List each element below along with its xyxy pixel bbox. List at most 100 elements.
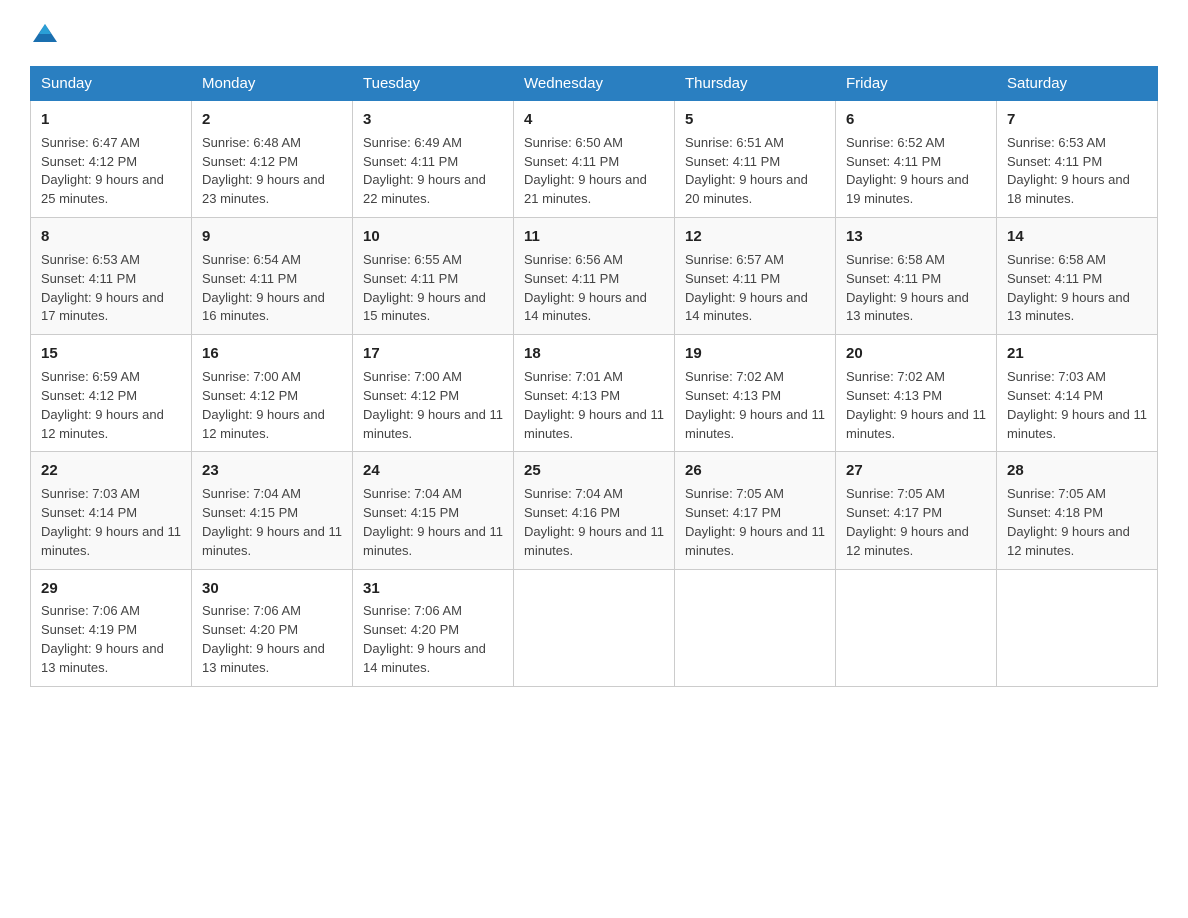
calendar-header: SundayMondayTuesdayWednesdayThursdayFrid…: [31, 67, 1158, 101]
calendar-cell: 29Sunrise: 7:06 AMSunset: 4:19 PMDayligh…: [31, 569, 192, 686]
day-info: Sunrise: 6:55 AMSunset: 4:11 PMDaylight:…: [363, 252, 486, 324]
day-number: 20: [846, 343, 986, 365]
day-info: Sunrise: 6:59 AMSunset: 4:12 PMDaylight:…: [41, 369, 164, 441]
day-number: 14: [1007, 226, 1147, 248]
calendar-cell: 2 Sunrise: 6:48 AMSunset: 4:12 PMDaylight…: [192, 101, 353, 218]
day-info: Sunrise: 6:57 AMSunset: 4:11 PMDaylight:…: [685, 252, 808, 324]
day-number: 26: [685, 460, 825, 482]
day-info: Sunrise: 6:48 AMSunset: 4:12 PMDaylight:…: [202, 135, 325, 207]
day-info: Sunrise: 7:05 AMSunset: 4:18 PMDaylight:…: [1007, 486, 1130, 558]
calendar-cell: 18 Sunrise: 7:01 AMSunset: 4:13 PMDayligh…: [514, 335, 675, 452]
calendar-week-row: 1 Sunrise: 6:47 AMSunset: 4:12 PMDaylight…: [31, 101, 1158, 218]
day-number: 7: [1007, 109, 1147, 131]
day-info: Sunrise: 7:05 AMSunset: 4:17 PMDaylight:…: [846, 486, 969, 558]
day-info: Sunrise: 7:03 AMSunset: 4:14 PMDaylight:…: [1007, 369, 1147, 441]
weekday-header-wednesday: Wednesday: [514, 67, 675, 101]
day-info: Sunrise: 7:02 AMSunset: 4:13 PMDaylight:…: [846, 369, 986, 441]
calendar-cell: 21Sunrise: 7:03 AMSunset: 4:14 PMDayligh…: [997, 335, 1158, 452]
day-number: 10: [363, 226, 503, 248]
day-info: Sunrise: 7:02 AMSunset: 4:13 PMDaylight:…: [685, 369, 825, 441]
calendar-cell: 17Sunrise: 7:00 AMSunset: 4:12 PMDayligh…: [353, 335, 514, 452]
weekday-header-row: SundayMondayTuesdayWednesdayThursdayFrid…: [31, 67, 1158, 101]
day-number: 2: [202, 109, 342, 131]
calendar-cell: 23 Sunrise: 7:04 AMSunset: 4:15 PMDayligh…: [192, 452, 353, 569]
calendar-cell: [514, 569, 675, 686]
calendar-cell: 22Sunrise: 7:03 AMSunset: 4:14 PMDayligh…: [31, 452, 192, 569]
weekday-header-sunday: Sunday: [31, 67, 192, 101]
calendar-week-row: 22Sunrise: 7:03 AMSunset: 4:14 PMDayligh…: [31, 452, 1158, 569]
weekday-header-friday: Friday: [836, 67, 997, 101]
calendar-cell: 30 Sunrise: 7:06 AMSunset: 4:20 PMDayligh…: [192, 569, 353, 686]
day-number: 22: [41, 460, 181, 482]
day-info: Sunrise: 6:53 AMSunset: 4:11 PMDaylight:…: [41, 252, 164, 324]
calendar-cell: 8 Sunrise: 6:53 AMSunset: 4:11 PMDaylight…: [31, 218, 192, 335]
calendar-table: SundayMondayTuesdayWednesdayThursdayFrid…: [30, 66, 1158, 687]
day-number: 5: [685, 109, 825, 131]
calendar-cell: 10 Sunrise: 6:55 AMSunset: 4:11 PMDayligh…: [353, 218, 514, 335]
day-number: 8: [41, 226, 181, 248]
calendar-cell: 5 Sunrise: 6:51 AMSunset: 4:11 PMDaylight…: [675, 101, 836, 218]
calendar-cell: 19 Sunrise: 7:02 AMSunset: 4:13 PMDayligh…: [675, 335, 836, 452]
day-number: 24: [363, 460, 503, 482]
weekday-header-saturday: Saturday: [997, 67, 1158, 101]
calendar-cell: 27 Sunrise: 7:05 AMSunset: 4:17 PMDayligh…: [836, 452, 997, 569]
logo: [30, 20, 60, 48]
calendar-cell: 11Sunrise: 6:56 AMSunset: 4:11 PMDayligh…: [514, 218, 675, 335]
calendar-cell: 4 Sunrise: 6:50 AMSunset: 4:11 PMDaylight…: [514, 101, 675, 218]
calendar-cell: 6 Sunrise: 6:52 AMSunset: 4:11 PMDaylight…: [836, 101, 997, 218]
day-info: Sunrise: 7:06 AMSunset: 4:20 PMDaylight:…: [363, 603, 486, 675]
day-info: Sunrise: 7:06 AMSunset: 4:20 PMDaylight:…: [202, 603, 325, 675]
day-info: Sunrise: 7:01 AMSunset: 4:13 PMDaylight:…: [524, 369, 664, 441]
day-number: 18: [524, 343, 664, 365]
calendar-cell: 24 Sunrise: 7:04 AMSunset: 4:15 PMDayligh…: [353, 452, 514, 569]
weekday-header-monday: Monday: [192, 67, 353, 101]
calendar-cell: [675, 569, 836, 686]
day-number: 17: [363, 343, 503, 365]
day-info: Sunrise: 6:49 AMSunset: 4:11 PMDaylight:…: [363, 135, 486, 207]
weekday-header-tuesday: Tuesday: [353, 67, 514, 101]
day-number: 1: [41, 109, 181, 131]
day-number: 15: [41, 343, 181, 365]
day-number: 19: [685, 343, 825, 365]
calendar-cell: [836, 569, 997, 686]
day-info: Sunrise: 6:58 AMSunset: 4:11 PMDaylight:…: [1007, 252, 1130, 324]
day-number: 6: [846, 109, 986, 131]
day-info: Sunrise: 6:53 AMSunset: 4:11 PMDaylight:…: [1007, 135, 1130, 207]
day-number: 13: [846, 226, 986, 248]
calendar-cell: 9 Sunrise: 6:54 AMSunset: 4:11 PMDaylight…: [192, 218, 353, 335]
day-info: Sunrise: 7:04 AMSunset: 4:16 PMDaylight:…: [524, 486, 664, 558]
day-number: 12: [685, 226, 825, 248]
calendar-cell: 26 Sunrise: 7:05 AMSunset: 4:17 PMDayligh…: [675, 452, 836, 569]
day-info: Sunrise: 7:05 AMSunset: 4:17 PMDaylight:…: [685, 486, 825, 558]
calendar-cell: 12 Sunrise: 6:57 AMSunset: 4:11 PMDayligh…: [675, 218, 836, 335]
calendar-body: 1 Sunrise: 6:47 AMSunset: 4:12 PMDaylight…: [31, 101, 1158, 687]
day-info: Sunrise: 7:00 AMSunset: 4:12 PMDaylight:…: [202, 369, 325, 441]
day-number: 29: [41, 578, 181, 600]
day-info: Sunrise: 6:51 AMSunset: 4:11 PMDaylight:…: [685, 135, 808, 207]
calendar-cell: 15 Sunrise: 6:59 AMSunset: 4:12 PMDayligh…: [31, 335, 192, 452]
weekday-header-thursday: Thursday: [675, 67, 836, 101]
calendar-cell: 13 Sunrise: 6:58 AMSunset: 4:11 PMDayligh…: [836, 218, 997, 335]
day-info: Sunrise: 6:58 AMSunset: 4:11 PMDaylight:…: [846, 252, 969, 324]
day-info: Sunrise: 7:04 AMSunset: 4:15 PMDaylight:…: [202, 486, 342, 558]
day-number: 23: [202, 460, 342, 482]
day-number: 25: [524, 460, 664, 482]
day-info: Sunrise: 6:47 AMSunset: 4:12 PMDaylight:…: [41, 135, 164, 207]
calendar-week-row: 15 Sunrise: 6:59 AMSunset: 4:12 PMDayligh…: [31, 335, 1158, 452]
day-number: 4: [524, 109, 664, 131]
day-number: 30: [202, 578, 342, 600]
day-number: 9: [202, 226, 342, 248]
day-info: Sunrise: 7:04 AMSunset: 4:15 PMDaylight:…: [363, 486, 503, 558]
day-info: Sunrise: 6:50 AMSunset: 4:11 PMDaylight:…: [524, 135, 647, 207]
day-info: Sunrise: 6:54 AMSunset: 4:11 PMDaylight:…: [202, 252, 325, 324]
calendar-cell: 28 Sunrise: 7:05 AMSunset: 4:18 PMDayligh…: [997, 452, 1158, 569]
logo-icon: [31, 20, 59, 48]
day-info: Sunrise: 6:52 AMSunset: 4:11 PMDaylight:…: [846, 135, 969, 207]
calendar-cell: 14 Sunrise: 6:58 AMSunset: 4:11 PMDayligh…: [997, 218, 1158, 335]
day-number: 28: [1007, 460, 1147, 482]
calendar-cell: 16Sunrise: 7:00 AMSunset: 4:12 PMDayligh…: [192, 335, 353, 452]
calendar-cell: [997, 569, 1158, 686]
day-number: 27: [846, 460, 986, 482]
logo-text: [30, 20, 60, 48]
calendar-cell: 31Sunrise: 7:06 AMSunset: 4:20 PMDayligh…: [353, 569, 514, 686]
